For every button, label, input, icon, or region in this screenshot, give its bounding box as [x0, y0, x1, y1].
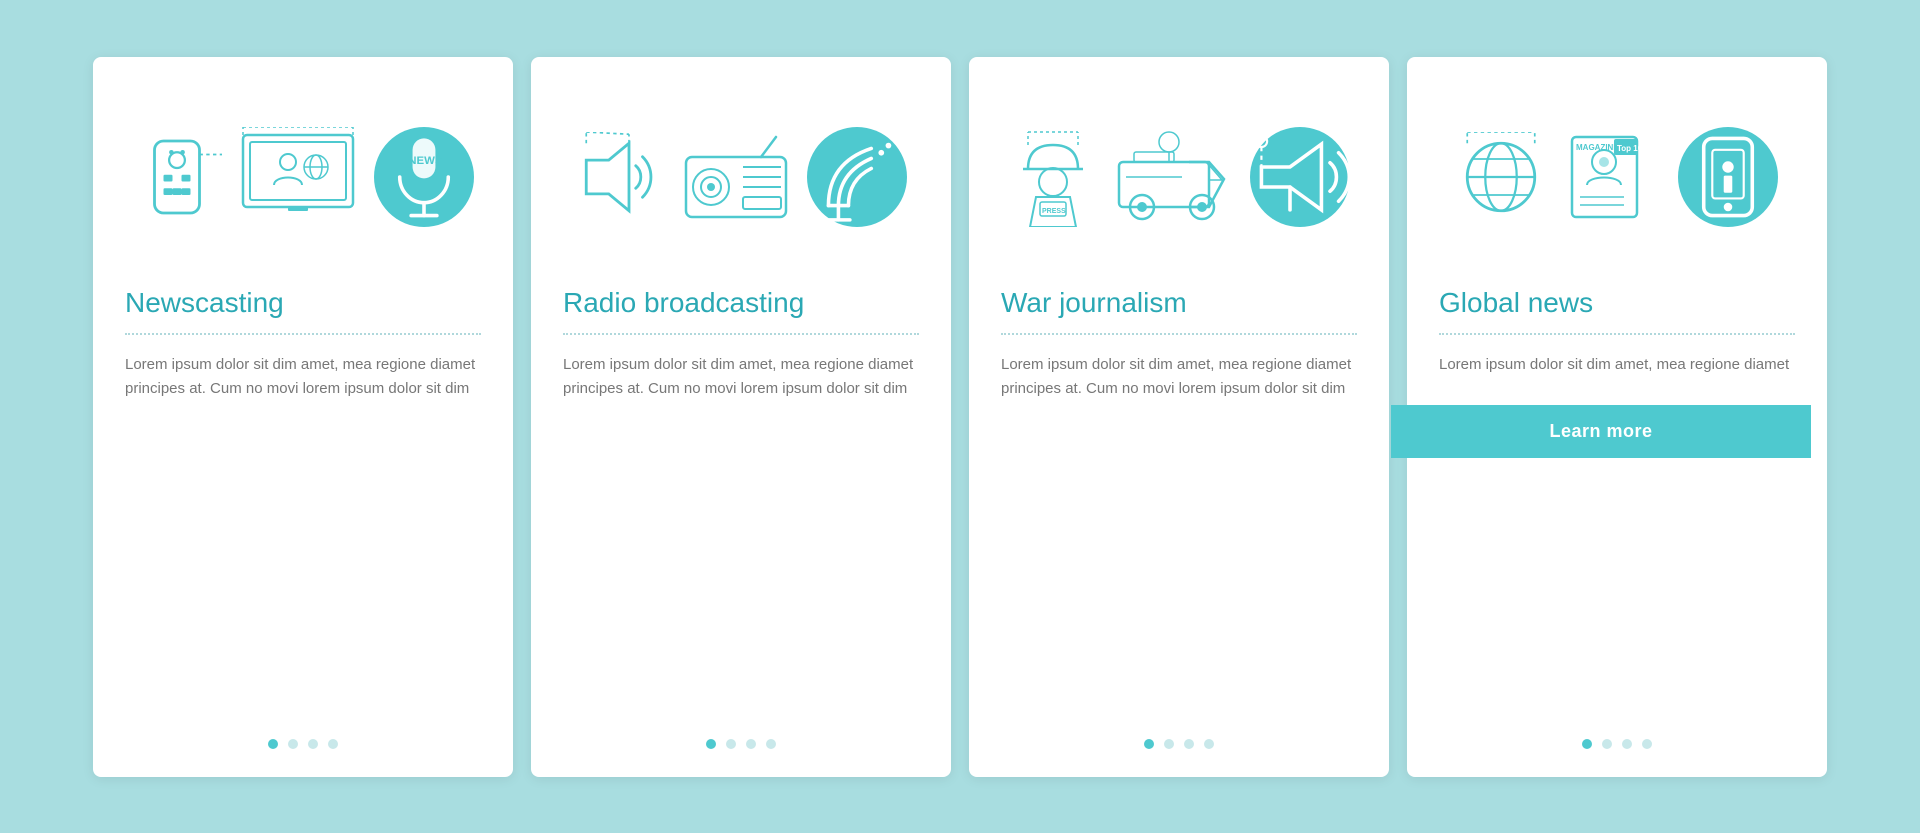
- phone-info-icon-circle: [1678, 127, 1778, 227]
- megaphone-icon-circle: [1250, 127, 1350, 227]
- card-newscasting-dots: [268, 723, 338, 749]
- card-war-journalism: PRESS: [969, 57, 1389, 777]
- dot-active: [1582, 739, 1592, 749]
- svg-text:MAGAZINE: MAGAZINE: [1576, 143, 1619, 152]
- dot-active: [268, 739, 278, 749]
- dot-inactive: [1204, 739, 1214, 749]
- dot-inactive: [766, 739, 776, 749]
- tv-icon: [238, 127, 358, 227]
- card-radio-broadcasting: Radio broadcasting Lorem ipsum dolor sit…: [531, 57, 951, 777]
- svg-text:Top 10: Top 10: [1617, 144, 1643, 153]
- dot-inactive: [288, 739, 298, 749]
- card-radio-text: Lorem ipsum dolor sit dim amet, mea regi…: [563, 353, 919, 401]
- card-radio-dots: [706, 723, 776, 749]
- dot-inactive: [746, 739, 756, 749]
- learn-more-button[interactable]: Learn more: [1391, 405, 1811, 458]
- dot-active: [706, 739, 716, 749]
- dot-inactive: [1164, 739, 1174, 749]
- card-global-dots: [1582, 723, 1652, 749]
- microphone-icon-circle: NEWS: [374, 127, 474, 227]
- card-war-dots: [1144, 723, 1214, 749]
- card-newscasting-divider: [125, 333, 481, 335]
- card-war-text: Lorem ipsum dolor sit dim amet, mea regi…: [1001, 353, 1357, 401]
- dot-inactive: [1602, 739, 1612, 749]
- dot-inactive: [328, 739, 338, 749]
- card-radio-title: Radio broadcasting: [563, 287, 919, 319]
- card-newscasting-icons: NEWS: [125, 97, 481, 257]
- dot-inactive: [1642, 739, 1652, 749]
- card-newscasting: NEWS Newscasting Lorem ipsum dolor sit d…: [93, 57, 513, 777]
- card-global-news: Top 10 MAGAZINE: [1407, 57, 1827, 777]
- card-war-divider: [1001, 333, 1357, 335]
- cards-container: NEWS Newscasting Lorem ipsum dolor sit d…: [53, 17, 1867, 817]
- card-global-icons: Top 10 MAGAZINE: [1439, 97, 1795, 257]
- card-radio-icons: [563, 97, 919, 257]
- card-global-divider: [1439, 333, 1795, 335]
- remote-icon: [132, 132, 222, 222]
- dot-inactive: [1184, 739, 1194, 749]
- card-newscasting-title: Newscasting: [125, 287, 481, 319]
- journalist-icon: PRESS: [1008, 127, 1098, 227]
- dot-inactive: [1622, 739, 1632, 749]
- dot-inactive: [726, 739, 736, 749]
- svg-text:PRESS: PRESS: [1042, 208, 1066, 215]
- card-global-text: Lorem ipsum dolor sit dim amet, mea regi…: [1439, 353, 1795, 377]
- card-global-title: Global news: [1439, 287, 1795, 319]
- dot-inactive: [308, 739, 318, 749]
- card-newscasting-text: Lorem ipsum dolor sit dim amet, mea regi…: [125, 353, 481, 401]
- speaker-icon: [575, 132, 665, 222]
- satellite-icon-circle: [807, 127, 907, 227]
- dot-active: [1144, 739, 1154, 749]
- card-war-title: War journalism: [1001, 287, 1357, 319]
- card-radio-divider: [563, 333, 919, 335]
- globe-icon: [1456, 132, 1546, 222]
- magazine-icon: Top 10 MAGAZINE: [1562, 127, 1662, 227]
- svg-text:NEWS: NEWS: [408, 155, 443, 167]
- news-van-icon: [1114, 127, 1234, 227]
- card-war-icons: PRESS: [1001, 97, 1357, 257]
- radio-icon: [681, 132, 791, 222]
